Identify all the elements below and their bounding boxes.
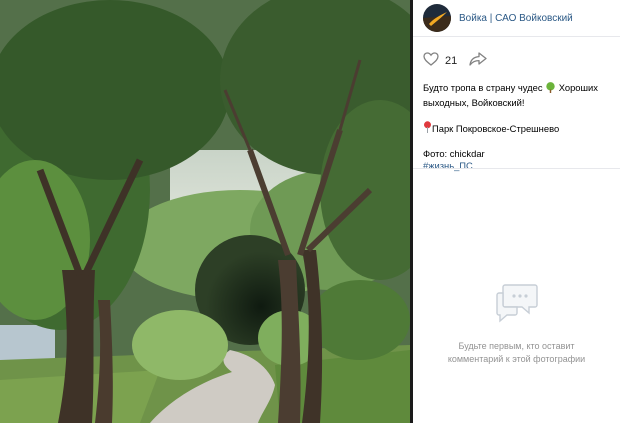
- avatar[interactable]: [423, 4, 451, 32]
- caption-text-cont: Хороших: [556, 82, 598, 93]
- caption-text-line2: выходных, Войковский!: [423, 96, 525, 108]
- photo-credit: Фото: chickdar: [423, 147, 485, 159]
- location-line: Парк Покровское-Стрешнево: [423, 120, 612, 136]
- community-logo-icon: [423, 4, 451, 32]
- comments-divider: [413, 168, 620, 169]
- heart-icon[interactable]: [423, 51, 439, 71]
- post-actions: 21: [423, 51, 620, 71]
- post-caption: Будто тропа в страну чудес Хороших выход…: [423, 81, 612, 109]
- park-path-photo: [0, 0, 410, 423]
- empty-comments-text: Будьте первым, кто оставит комментарий к…: [413, 340, 620, 366]
- share-arrow-icon[interactable]: [469, 51, 487, 71]
- tree-emoji-icon: [545, 81, 556, 96]
- post-photo[interactable]: [0, 0, 410, 423]
- comment-bubble-icon: [495, 284, 539, 329]
- author-link[interactable]: Войка | САО Войковский: [459, 13, 573, 24]
- empty-comments-line1: Будьте первым, кто оставит: [458, 341, 575, 351]
- post-header: Войка | САО Войковский: [413, 0, 620, 37]
- caption-text: Будто тропа в страну чудес: [423, 82, 546, 93]
- pin-emoji-icon: [423, 120, 432, 136]
- like-count[interactable]: 21: [445, 55, 457, 67]
- empty-comments: Будьте первым, кто оставит комментарий к…: [413, 283, 620, 366]
- empty-comments-line2: комментарий к этой фотографии: [447, 354, 586, 364]
- hashtag-link[interactable]: #жизнь_ПС: [423, 160, 612, 172]
- photo-viewer: Войка | САО Войковский 21 Будто тропа в …: [0, 0, 620, 423]
- location-text: Парк Покровское-Стрешнево: [432, 122, 560, 134]
- post-side-panel: Войка | САО Войковский 21 Будто тропа в …: [413, 0, 620, 423]
